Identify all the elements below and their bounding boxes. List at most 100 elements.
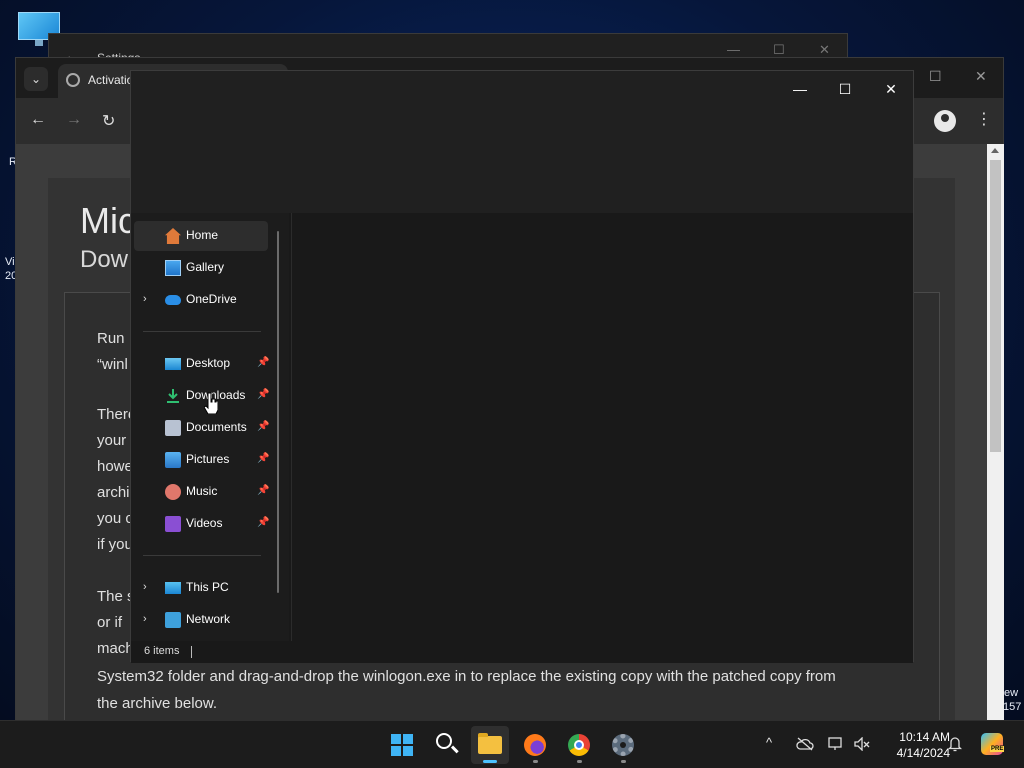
nav-item-label: Network: [186, 612, 231, 626]
taskbar-settings[interactable]: [604, 726, 642, 764]
nav-item-label: Videos: [186, 516, 223, 530]
nav-item-this-pc[interactable]: › This PC: [134, 573, 268, 603]
browser-tab-title: Activatio: [88, 73, 134, 87]
pin-icon: 📌: [257, 389, 270, 400]
taskbar-firefox[interactable]: [516, 726, 554, 764]
videos-icon: [165, 516, 181, 532]
back-button[interactable]: ←: [30, 111, 46, 129]
settings-minimize-button[interactable]: —: [727, 42, 740, 57]
start-button[interactable]: [383, 726, 421, 764]
nav-item-home[interactable]: Home: [134, 221, 268, 251]
paragraph-fragment: archi: [97, 484, 130, 501]
chrome-icon: [568, 734, 590, 756]
search-button[interactable]: [428, 726, 466, 764]
file-list-area[interactable]: [291, 213, 913, 641]
profile-icon[interactable]: [934, 110, 956, 132]
notification-bell-icon[interactable]: [948, 736, 962, 752]
desktop-icon: [165, 358, 181, 370]
pictures-icon: [165, 452, 181, 468]
nav-item-music[interactable]: Music 📌: [134, 477, 270, 507]
explorer-title-bar: — ☐ ✕: [131, 71, 913, 213]
explorer-close-button[interactable]: ✕: [868, 75, 914, 103]
taskbar-chrome[interactable]: [560, 726, 598, 764]
forward-button[interactable]: →: [66, 111, 82, 129]
hand-cursor-icon: [204, 392, 218, 414]
reload-button[interactable]: ↻: [102, 111, 115, 131]
tab-list-button[interactable]: ⌄: [24, 67, 48, 91]
gear-icon: [612, 734, 634, 756]
paragraph-fragment: you c: [97, 510, 133, 527]
clock-time: 10:14 AM: [899, 730, 950, 744]
firefox-icon: [524, 734, 546, 756]
browser-menu-button[interactable]: ⋮: [976, 109, 992, 129]
pin-icon: 📌: [257, 485, 270, 496]
nav-item-gallery[interactable]: Gallery: [134, 253, 268, 283]
onedrive-offline-icon[interactable]: [796, 737, 814, 751]
chevron-right-icon[interactable]: ›: [143, 581, 147, 593]
nav-item-label: Documents: [186, 420, 247, 434]
page-subtitle: Dow: [80, 246, 129, 273]
music-icon: [165, 484, 181, 500]
computer-icon: [165, 582, 181, 594]
nav-item-pictures[interactable]: Pictures 📌: [134, 445, 270, 475]
nav-item-desktop[interactable]: Desktop 📌: [134, 349, 270, 379]
desktop-edge-text: 157: [1003, 701, 1022, 713]
explorer-maximize-button[interactable]: ☐: [822, 75, 868, 103]
download-icon: [167, 389, 179, 403]
nav-item-label: Gallery: [186, 260, 225, 274]
running-indicator: [533, 760, 538, 763]
paragraph-fragment: mach: [97, 640, 134, 657]
nav-separator: [143, 555, 261, 556]
explorer-minimize-button[interactable]: —: [777, 75, 823, 103]
item-count: 6 items: [144, 645, 180, 657]
display-icon[interactable]: [828, 737, 844, 751]
nav-item-videos[interactable]: Videos 📌: [134, 509, 270, 539]
nav-item-onedrive[interactable]: › OneDrive: [134, 285, 268, 315]
running-indicator: [621, 760, 626, 763]
taskbar: ^ 10:14 AM 4/14/2024 PRE: [0, 720, 1024, 768]
pin-icon: 📌: [257, 357, 270, 368]
paragraph-fragment: if you: [97, 536, 133, 553]
page-scrollbar[interactable]: [987, 144, 1004, 721]
paragraph-fragment: Run: [97, 330, 125, 347]
pin-icon: 📌: [257, 453, 270, 464]
browser-close-button[interactable]: ✕: [975, 68, 987, 85]
scroll-up-arrow-icon[interactable]: [991, 148, 999, 153]
paragraph-fragment: howe: [97, 458, 133, 475]
paragraph-fragment: “winl: [97, 356, 128, 373]
pin-icon: 📌: [257, 517, 270, 528]
chevron-right-icon[interactable]: ›: [143, 613, 147, 625]
nav-item-network[interactable]: › Network: [134, 605, 268, 635]
nav-item-label: Music: [186, 484, 218, 498]
running-indicator: [483, 760, 497, 763]
folder-icon: [478, 733, 502, 754]
status-bar: 6 items: [131, 641, 913, 663]
settings-maximize-button[interactable]: ☐: [773, 42, 785, 58]
desktop-edge-text: ew: [1004, 687, 1019, 699]
desktop-edge-text: Vi: [5, 256, 15, 268]
navpane-scrollbar[interactable]: [277, 231, 279, 593]
documents-icon: [165, 420, 181, 436]
scrollbar-thumb[interactable]: [990, 160, 1001, 452]
home-icon: [165, 228, 181, 244]
system-clock[interactable]: 10:14 AM 4/14/2024: [878, 729, 950, 761]
windows-logo-icon: [391, 734, 413, 756]
preview-badge: PRE: [990, 746, 1005, 752]
page-title: Mic: [80, 200, 136, 241]
taskbar-file-explorer[interactable]: [471, 726, 509, 764]
browser-maximize-button[interactable]: ☐: [929, 68, 942, 85]
file-explorer-window: — ☐ ✕ Home Gallery › OneDrive Desktop 📌: [130, 70, 914, 663]
nav-item-label: Desktop: [186, 356, 231, 370]
volume-muted-icon[interactable]: [854, 737, 870, 751]
nav-item-downloads[interactable]: Downloads 📌: [134, 381, 270, 411]
search-icon: [436, 733, 452, 749]
globe-icon: [66, 73, 80, 87]
tray-overflow-chevron-icon[interactable]: ^: [766, 735, 772, 750]
copilot-icon[interactable]: PRE: [981, 733, 1005, 755]
nav-item-documents[interactable]: Documents 📌: [134, 413, 269, 443]
nav-separator: [143, 331, 261, 332]
settings-close-button[interactable]: ✕: [819, 42, 830, 58]
paragraph-fragment: The s: [97, 588, 135, 605]
network-icon: [165, 612, 181, 628]
chevron-right-icon[interactable]: ›: [143, 293, 147, 305]
